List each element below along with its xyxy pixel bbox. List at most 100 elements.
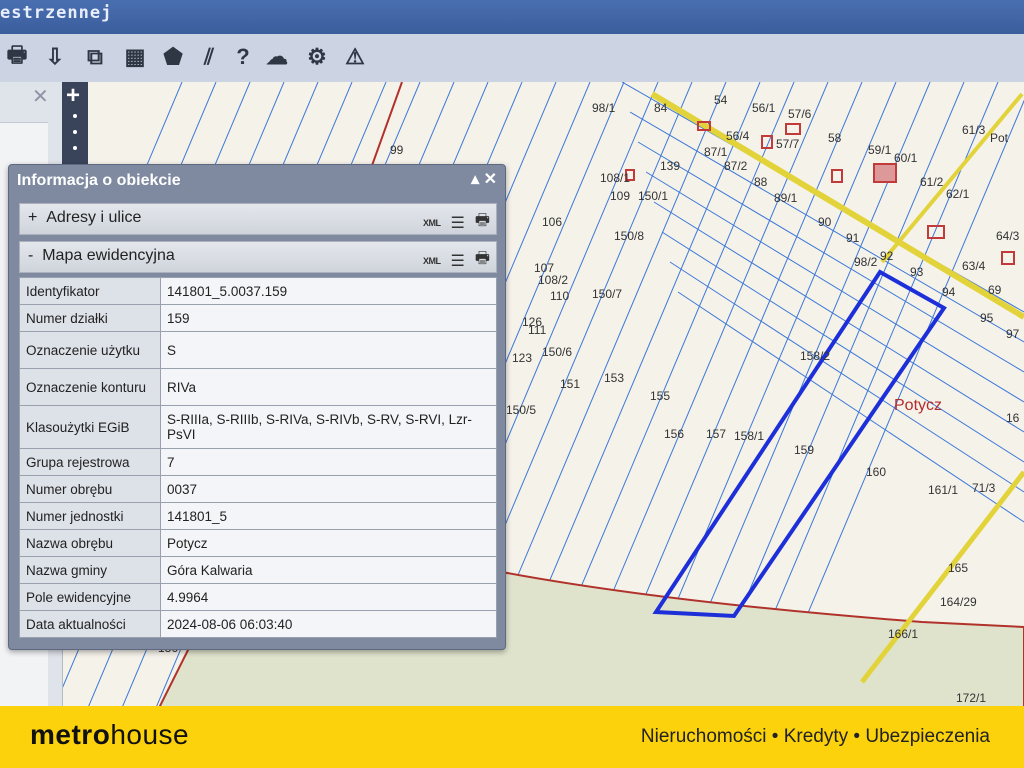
table-row: Numer jednostki 141801_5 [19, 502, 497, 530]
parcel-label: 111 [528, 323, 547, 337]
parcel-label: 110 [550, 289, 569, 303]
parcel-label: 87/2 [724, 159, 748, 173]
table-row: Numer obrębu 0037 [19, 475, 497, 503]
row-key: Grupa rejestrowa [19, 448, 161, 476]
parcel-label: 165 [948, 561, 968, 575]
settings-icon[interactable]: ⚙ [302, 40, 332, 74]
parcel-label: 150/1 [638, 189, 668, 203]
footer-banner: metrohouse Nieruchomości • Kredyty • Ube… [0, 706, 1024, 768]
table-row: Identyfikator 141801_5.0037.159 [19, 277, 497, 305]
table-row: Oznaczenie użytku S [19, 331, 497, 369]
section-label: - Mapa ewidencyjna [28, 247, 175, 264]
row-key: Pole ewidencyjne [19, 583, 161, 611]
parcel-label: 56/4 [726, 129, 750, 143]
layers-icon[interactable]: ⧉ [80, 40, 110, 74]
table-row: Oznaczenie konturu RIVa [19, 368, 497, 406]
parcel-label: 71/3 [972, 481, 996, 495]
row-value: 7 [160, 448, 497, 476]
help-icon[interactable]: ? [228, 40, 258, 74]
parcel-boundary [653, 201, 1024, 433]
close-icon[interactable]: ✕ [32, 84, 49, 109]
hatch-icon[interactable]: ⫽ [194, 40, 224, 74]
parcel-label: 153 [604, 371, 624, 385]
brand-logo: metrohouse [30, 719, 190, 750]
parcel-label: 172/1 [956, 691, 986, 705]
xml-export-icon[interactable]: XML [423, 218, 441, 228]
parcel-label: 56/1 [752, 101, 776, 115]
parcel-label: 57/7 [776, 137, 800, 151]
footer-tagline: Nieruchomości • Kredyty • Ubezpieczenia [640, 726, 990, 747]
parcel-label: 60/1 [894, 151, 918, 165]
print-icon[interactable]: 🖶 [475, 209, 490, 236]
list-icon[interactable]: ☰ [451, 213, 465, 233]
parcel-label: 123 [512, 351, 532, 365]
row-value: Potycz [160, 529, 497, 557]
zoom-level-dot[interactable] [73, 130, 77, 134]
shape-icon[interactable]: ⬟ [158, 40, 188, 74]
table-row: Nazwa gminy Góra Kalwaria [19, 556, 497, 584]
row-key: Data aktualności [19, 610, 161, 638]
row-key: Klasoużytki EGiB [19, 405, 161, 449]
parcel-label: 16 [1006, 411, 1020, 425]
row-value: 141801_5 [160, 502, 497, 530]
parcel-label: 93 [910, 265, 924, 279]
print-icon[interactable]: 🖶 [475, 247, 490, 274]
parcel-label: 106 [542, 215, 562, 229]
parcel-label: 98/2 [854, 255, 878, 269]
parcel-boundary [669, 261, 1024, 493]
warning-icon[interactable]: ⚠ [340, 40, 370, 74]
row-value: 4.9964 [160, 583, 497, 611]
zoom-in-button[interactable]: + [66, 82, 80, 110]
parcel-label: 166/1 [888, 627, 918, 641]
zoom-level-dot[interactable] [73, 146, 77, 150]
parcel-label: Pot [990, 131, 1009, 145]
parcel-label: 150/8 [614, 229, 644, 243]
close-icon[interactable]: ✕ [484, 171, 497, 188]
collapse-icon[interactable]: ▴ [471, 171, 479, 188]
place-label: Potycz [894, 397, 942, 414]
row-value: 2024-08-06 06:03:40 [160, 610, 497, 638]
row-value: 141801_5.0037.159 [160, 277, 497, 305]
list-icon[interactable]: ☰ [451, 251, 465, 271]
section-label: + Adresy i ulice [28, 209, 142, 226]
xml-export-icon[interactable]: XML [423, 256, 441, 266]
parcel-label: 61/2 [920, 175, 944, 189]
row-key: Identyfikator [19, 277, 161, 305]
parcel-label: 155 [650, 389, 670, 403]
row-key: Numer działki [19, 304, 161, 332]
print-icon[interactable]: 🖶 [2, 40, 32, 74]
parcel-label: 94 [942, 285, 956, 299]
parcel-label: 63/4 [962, 259, 986, 273]
parcel-label: 90 [818, 215, 832, 229]
parcel-label: 108/1 [600, 171, 630, 185]
layout-icon[interactable]: ▦ [120, 40, 150, 74]
parcel-label: 156 [664, 427, 684, 441]
row-value: 159 [160, 304, 497, 332]
parcel-label: 61/3 [962, 123, 986, 137]
parcel-label: 139 [660, 159, 680, 173]
window-title: estrzennej [0, 3, 113, 23]
table-row: Pole ewidencyjne 4.9964 [19, 583, 497, 611]
parcel-label: 87/1 [704, 145, 728, 159]
row-value: 0037 [160, 475, 497, 503]
parcel-label: 69 [988, 283, 1002, 297]
parcel-label: 59/1 [868, 143, 892, 157]
parcel-label: 109 [610, 189, 630, 203]
parcel-label: 150/5 [506, 403, 536, 417]
row-key: Oznaczenie użytku [19, 331, 161, 369]
table-row: Klasoużytki EGiB S-RIIIa, S-RIIIb, S-RIVa… [19, 405, 497, 449]
section-addresses[interactable]: + Adresy i ulice XML ☰ 🖶 [19, 203, 497, 235]
zoom-control[interactable]: + [62, 82, 88, 172]
table-row: Numer działki 159 [19, 304, 497, 332]
parcel-label: 164/29 [940, 595, 977, 609]
pointer-icon[interactable]: ⇩ [40, 40, 70, 74]
zoom-level-dot[interactable] [73, 114, 77, 118]
parcel-label: 157 [706, 427, 726, 441]
toolbar: 🖶 ⇩ ⧉ ▦ ⬟ ⫽ ? ☁ ⚙ ⚠ [0, 34, 1024, 83]
section-cadastral-map[interactable]: - Mapa ewidencyjna XML ☰ 🖶 [19, 241, 497, 273]
table-row: Nazwa obrębu Potycz [19, 529, 497, 557]
cloud-upload-icon[interactable]: ☁ [262, 40, 292, 74]
parcel-label: 58 [828, 131, 842, 145]
parcel-label: 158/1 [734, 429, 764, 443]
row-key: Oznaczenie konturu [19, 368, 161, 406]
